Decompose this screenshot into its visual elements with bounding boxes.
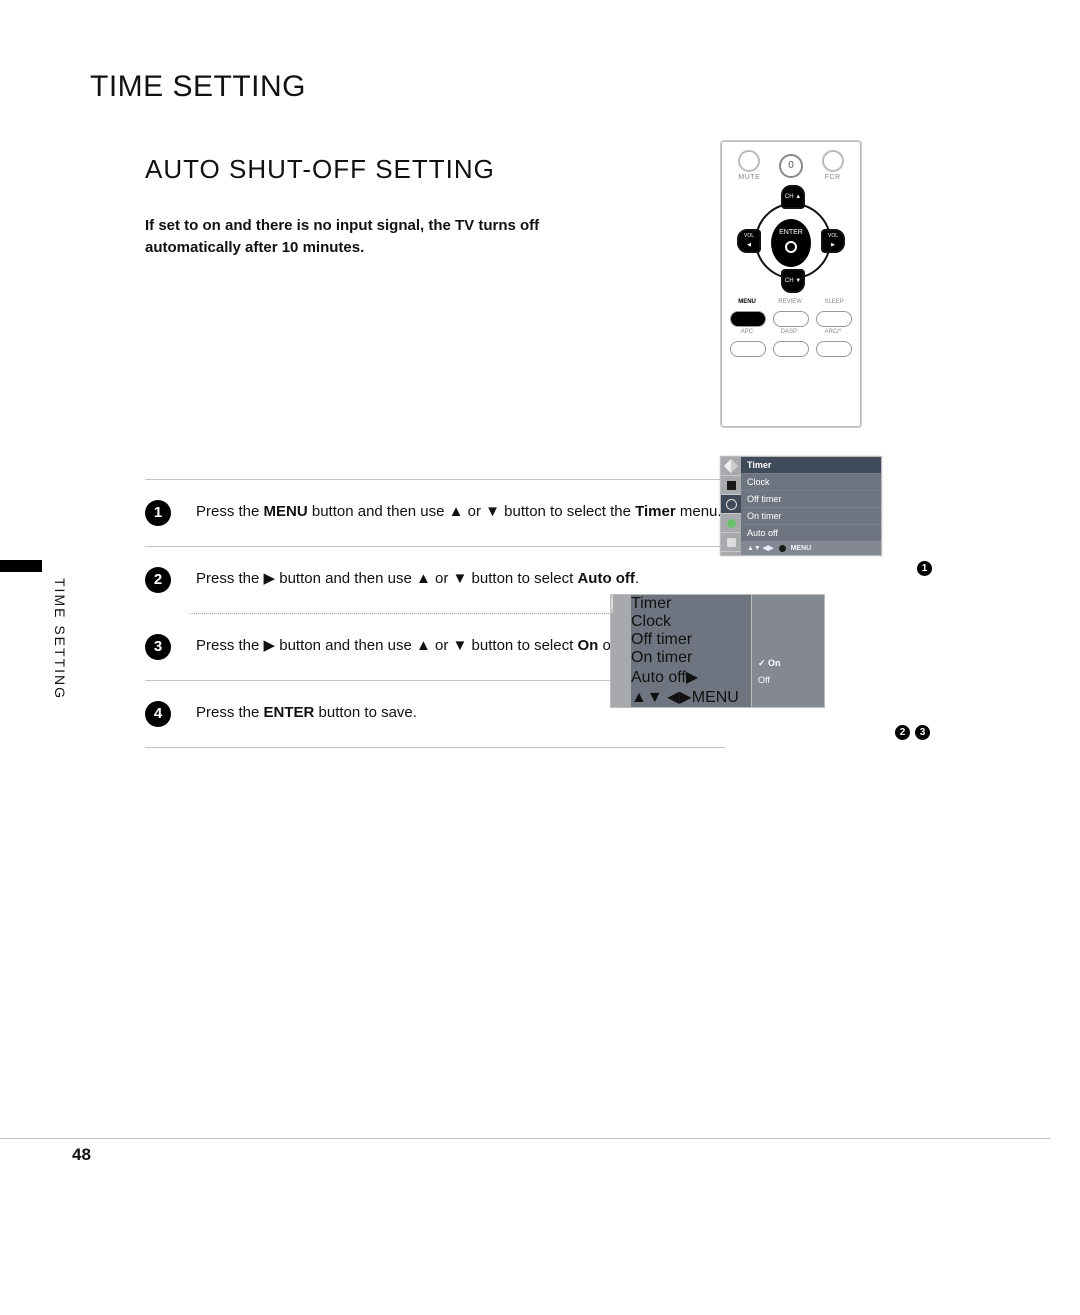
step-number-icon: 4 [145,701,171,727]
remote-review-label: REVIEW [778,299,802,305]
page-number: 48 [72,1145,91,1165]
figure-ref-3-icon: 3 [915,725,930,740]
remote-fcr-button [822,150,844,172]
figure-ref-2-icon: 2 [895,725,910,740]
step-number-icon: 3 [145,634,171,660]
remote-review-button [773,311,809,327]
step-1: 1 Press the MENU button and then use ▲ o… [145,480,725,546]
remote-apc-label: APC [741,329,753,335]
remote-mute-button [738,150,760,172]
osd-item: On timer [741,507,881,524]
remote-dasp-label: DASP [781,329,797,335]
document-title: TIME SETTING [90,70,1010,104]
osd-header: Timer [741,457,881,473]
remote-vol-down-button [737,229,761,253]
remote-dpad: ENTER [737,185,845,293]
side-section-label: TIME SETTING [52,578,68,700]
page-footer-rule [0,1138,1050,1139]
chevron-right-icon: ▶ [686,669,698,686]
remote-0-button: 0 [779,154,803,178]
osd-item: Off timer [631,631,751,649]
osd-option-off: Off [758,675,818,685]
osd-tab-icon [721,457,741,476]
remote-fcr-label: FCR [822,174,844,181]
step-2-text: Press the ▶ button and then use ▲ or ▼ b… [196,567,725,590]
osd-item-highlight: Auto off▶ [631,667,751,687]
osd-item: Off timer [741,490,881,507]
osd-header: Timer [631,595,751,613]
osd-item: Clock [631,613,751,631]
osd-menu-1: Timer Clock Off timer On timer Auto off … [720,456,882,556]
remote-enter-button: ENTER [771,219,811,267]
osd-item: Clock [741,473,881,490]
remote-arc-label: ARC/* [825,329,842,335]
remote-sleep-label: SLEEP [824,299,843,305]
osd-option-on: On [758,658,818,669]
osd-item: On timer [631,649,751,667]
osd-tab-icon [721,533,741,552]
remote-illustration: MUTE 0 FCR ENTER [720,140,862,428]
step-number-icon: 2 [145,567,171,593]
osd-tab-icon [611,595,631,613]
step-number-icon: 1 [145,500,171,526]
remote-ch-up-button [781,185,805,209]
intro-text: If set to on and there is no input signa… [145,215,565,259]
remote-apc-button [730,341,766,357]
remote-menu-button [730,311,766,327]
osd-item: Auto off [741,524,881,541]
remote-arc-button [816,341,852,357]
remote-dasp-button [773,341,809,357]
step-1-text: Press the MENU button and then use ▲ or … [196,500,725,523]
remote-vol-up-button [821,229,845,253]
remote-mute-label: MUTE [738,174,760,181]
osd-footer: ▲▼ ◀▶MENU [631,687,751,707]
remote-sleep-button [816,311,852,327]
osd-tab-icon [721,476,741,495]
step-divider [145,747,725,748]
osd-tab-icon [721,514,741,533]
section-title: AUTO SHUT-OFF SETTING [145,154,685,185]
osd-footer: ▲▼ ◀▶MENU [741,541,881,555]
osd-menu-2: Timer Clock Off timer On timer Auto off▶… [610,594,880,708]
remote-ch-down-button [781,269,805,293]
figure-ref-1-icon: 1 [917,561,932,576]
remote-menu-label: MENU [738,299,756,305]
osd-tab-icon [721,495,741,514]
side-rule [0,560,42,572]
